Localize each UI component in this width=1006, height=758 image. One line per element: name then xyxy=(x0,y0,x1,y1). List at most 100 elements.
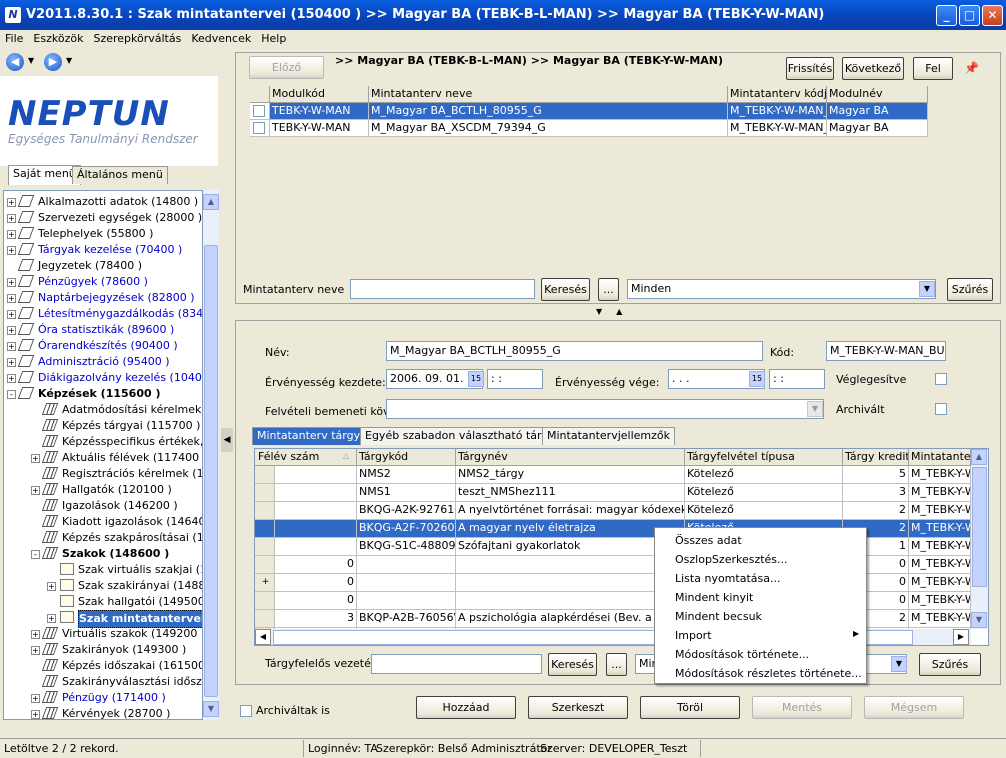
table-cell[interactable]: 2 xyxy=(843,502,909,520)
collapse-left-icon[interactable]: ◀ xyxy=(221,428,233,452)
grid-header[interactable]: Modulkód xyxy=(270,86,369,103)
tree-item[interactable]: Adatmódosítási kérelmek (89 xyxy=(4,402,202,418)
valid-to-time[interactable]: : : xyxy=(769,369,825,389)
cancel-button[interactable]: Mégsem xyxy=(864,696,964,719)
row-check-cell[interactable] xyxy=(250,120,270,137)
scroll-down-icon[interactable]: ▼ xyxy=(203,701,219,717)
table-cell[interactable]: M_TEBK-Y-W xyxy=(909,556,971,574)
tree-item[interactable]: + Diákigazolvány kezelés (10400 ) xyxy=(4,370,202,386)
tab-subjects[interactable]: Mintatanterv tárgyai xyxy=(252,427,375,445)
add-button[interactable]: Hozzáad xyxy=(416,696,516,719)
prev-button[interactable]: Előző xyxy=(249,56,324,79)
tree-item[interactable]: Képzésspecifikus értékek,ada xyxy=(4,434,202,450)
search-button[interactable]: Keresés xyxy=(548,653,597,676)
calendar-icon[interactable]: 15 xyxy=(468,371,484,387)
tree-item[interactable]: + Alkalmazotti adatok (14800 ) xyxy=(4,194,202,210)
grid-header[interactable]: Tárgy kredit xyxy=(843,449,909,466)
table-cell[interactable]: M_TEBK-Y-W xyxy=(909,538,971,556)
row-header[interactable] xyxy=(255,538,275,556)
grid-header[interactable]: Mintatanterv kódja xyxy=(728,86,827,103)
table-cell[interactable]: NMS2_tárgy xyxy=(456,466,685,484)
context-menu-item[interactable]: Mindent kinyit xyxy=(675,588,753,607)
scroll-up-icon[interactable]: ▲ xyxy=(203,194,219,210)
grid-header[interactable]: Mintatanterv neve xyxy=(369,86,728,103)
name-input[interactable]: M_Magyar BA_BCTLH_80955_G xyxy=(386,341,763,361)
table-cell[interactable]: M_TEBK-Y-W xyxy=(909,466,971,484)
tree-item[interactable]: + Tárgyak kezelése (70400 ) xyxy=(4,242,202,258)
scroll-thumb[interactable] xyxy=(204,245,218,697)
row-header[interactable] xyxy=(255,556,275,574)
forward-dropdown-icon[interactable]: ▼ xyxy=(66,56,72,65)
expand-icon[interactable]: + xyxy=(31,454,40,463)
expand-row-icon[interactable]: + xyxy=(255,574,275,592)
tree-item[interactable]: Képzés szakpárosításai (1471 xyxy=(4,530,202,546)
filter-button[interactable]: Szűrés xyxy=(947,278,993,301)
table-cell[interactable]: 3 xyxy=(275,610,357,628)
expand-icon[interactable]: + xyxy=(31,646,40,655)
context-menu-item[interactable]: Módosítások története... xyxy=(675,645,809,664)
tree-item[interactable]: Szak hallgatói (149500 ) xyxy=(4,594,202,610)
table-cell[interactable]: M_Magyar BA_BCTLH_80955_G xyxy=(369,103,728,120)
tree-item[interactable]: - Képzések (115600 ) xyxy=(4,386,202,402)
table-cell[interactable] xyxy=(275,502,357,520)
table-cell[interactable] xyxy=(456,574,685,592)
tree-item[interactable]: + Pénzügyek (78600 ) xyxy=(4,274,202,290)
table-cell[interactable]: BKQG-A2F-70260V xyxy=(357,520,456,538)
table-cell[interactable] xyxy=(456,592,685,610)
table-cell[interactable]: 5 xyxy=(843,466,909,484)
table-cell[interactable]: A pszichológia alapkérdései (Bev. a pszi… xyxy=(456,610,685,628)
expand-icon[interactable]: + xyxy=(7,198,16,207)
expand-icon[interactable]: + xyxy=(47,614,56,623)
refresh-button[interactable]: Frissítés xyxy=(786,57,834,80)
table-cell[interactable]: 3 xyxy=(843,484,909,502)
forward-arrow-icon[interactable]: ▶ xyxy=(44,53,62,71)
table-cell[interactable]: NMS2 xyxy=(357,466,456,484)
curriculum-name-input[interactable] xyxy=(350,279,535,299)
scroll-right-icon[interactable]: ▶ xyxy=(953,629,969,645)
table-cell[interactable]: M_TEBK-Y-W-MAN_ xyxy=(728,120,827,137)
tree-item[interactable]: + Pénzügy (171400 ) xyxy=(4,690,202,706)
table-cell[interactable] xyxy=(275,538,357,556)
valid-from-time[interactable]: : : xyxy=(487,369,543,389)
tree-item[interactable]: + Aktuális félévek (117400 ) xyxy=(4,450,202,466)
expand-icon[interactable]: + xyxy=(7,310,16,319)
table-cell[interactable]: Magyar BA xyxy=(827,103,928,120)
maximize-button[interactable]: □ xyxy=(959,5,980,26)
tree-item[interactable]: Képzés tárgyai (115700 ) xyxy=(4,418,202,434)
table-cell[interactable]: Magyar BA xyxy=(827,120,928,137)
archived-too-checkbox[interactable] xyxy=(240,705,252,717)
tree-item[interactable]: + Naptárbejegyzések (82800 ) xyxy=(4,290,202,306)
menu-role-switch[interactable]: Szerepkörváltás xyxy=(93,32,181,45)
expand-icon[interactable]: + xyxy=(7,246,16,255)
expand-icon[interactable]: + xyxy=(47,582,56,591)
edit-button[interactable]: Szerkeszt xyxy=(528,696,628,719)
tree-item[interactable]: + Óra statisztikák (89600 ) xyxy=(4,322,202,338)
scroll-down-icon[interactable]: ▼ xyxy=(971,612,987,628)
filter-button[interactable]: Szűrés xyxy=(919,653,981,676)
expand-icon[interactable]: + xyxy=(7,342,16,351)
pane-toggle[interactable]: ▼ ▲ xyxy=(592,307,640,317)
row-header[interactable] xyxy=(255,592,275,610)
table-cell[interactable]: Kötelező xyxy=(685,502,843,520)
chevron-down-icon[interactable]: ▼ xyxy=(807,401,823,417)
sort-ascending-icon[interactable]: △ xyxy=(343,451,349,460)
table-cell[interactable]: A magyar nyelv életrajza xyxy=(456,520,685,538)
table-cell[interactable] xyxy=(357,592,456,610)
tree-item[interactable]: + Szervezeti egységek (28000 ) xyxy=(4,210,202,226)
row-check-cell[interactable] xyxy=(250,103,270,120)
menu-help[interactable]: Help xyxy=(261,32,286,45)
calendar-icon[interactable]: 15 xyxy=(749,371,765,387)
tab-other-electives[interactable]: Egyéb szabadon választható tárgyak xyxy=(360,427,573,445)
menu-file[interactable]: File xyxy=(5,32,23,45)
resp-input[interactable] xyxy=(371,654,542,674)
tree-item[interactable]: + Szakirányok (149300 ) xyxy=(4,642,202,658)
table-cell[interactable]: BKQG-S1C-48809G xyxy=(357,538,456,556)
tree-item[interactable]: + Kérvények (28700 ) xyxy=(4,706,202,719)
table-cell[interactable] xyxy=(275,520,357,538)
tree-item[interactable]: + Adminisztráció (95400 ) xyxy=(4,354,202,370)
table-cell[interactable]: Kötelező xyxy=(685,466,843,484)
table-cell[interactable]: teszt_NMShez111 xyxy=(456,484,685,502)
scroll-thumb[interactable] xyxy=(972,467,987,587)
menu-tools[interactable]: Eszközök xyxy=(33,32,83,45)
table-cell[interactable]: A nyelvtörténet forrásai: magyar kódexek xyxy=(456,502,685,520)
